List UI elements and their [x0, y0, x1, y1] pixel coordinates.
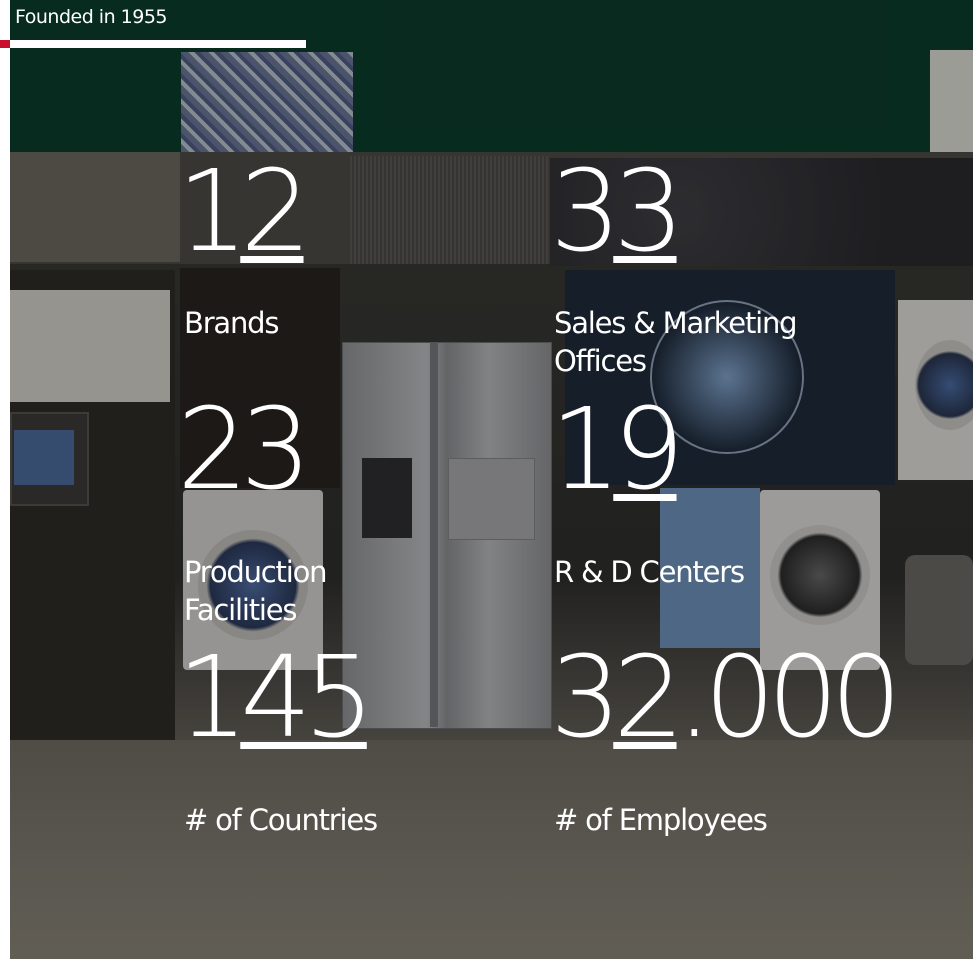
- stat-digit: 3: [613, 147, 684, 277]
- stat-digit: 1: [177, 633, 248, 763]
- dark-overlay: [10, 0, 973, 959]
- stat-digit: 45: [240, 633, 374, 763]
- stat-digit: 3: [550, 147, 621, 277]
- stat-label-production: Production Facilities: [184, 553, 327, 629]
- stat-number-rd-centers: 19: [550, 394, 685, 506]
- stat-label-line: Offices: [554, 344, 647, 378]
- stat-digit: 3: [550, 633, 621, 763]
- stat-number-production: 23: [177, 394, 312, 506]
- stat-label-countries: # of Countries: [184, 801, 378, 839]
- stat-label-brands: Brands: [184, 304, 280, 342]
- stat-label-sales-offices: Sales & Marketing Offices: [554, 304, 798, 380]
- stat-label-line: # of Employees: [554, 803, 768, 837]
- stat-label-line: # of Countries: [184, 803, 378, 837]
- stat-label-employees: # of Employees: [554, 801, 768, 839]
- stat-digit: 2: [177, 385, 248, 515]
- stat-number-countries: 145: [177, 642, 375, 754]
- stat-label-line: Brands: [184, 306, 280, 340]
- founded-label: Founded in 1955: [15, 6, 168, 28]
- stat-label-line: Sales & Marketing: [554, 306, 798, 340]
- stat-label-line: Production: [184, 555, 327, 589]
- stat-number-employees: 32.000: [550, 642, 902, 754]
- stat-digit: 2: [240, 147, 311, 277]
- stat-digit: 9: [613, 385, 684, 515]
- stat-label-line: Facilities: [184, 593, 298, 627]
- stat-number-brands: 12: [177, 156, 312, 268]
- background-photo: [10, 0, 973, 959]
- stat-digit: 2: [613, 633, 684, 763]
- header-underline: [10, 40, 306, 48]
- stat-digit: 1: [550, 385, 621, 515]
- stat-digit: 3: [240, 385, 311, 515]
- stat-label-rd-centers: R & D Centers: [554, 553, 745, 591]
- stat-label-line: R & D Centers: [554, 555, 745, 589]
- stat-digit: 1: [177, 147, 248, 277]
- stat-digit: .000: [676, 633, 902, 763]
- stat-number-sales-offices: 33: [550, 156, 685, 268]
